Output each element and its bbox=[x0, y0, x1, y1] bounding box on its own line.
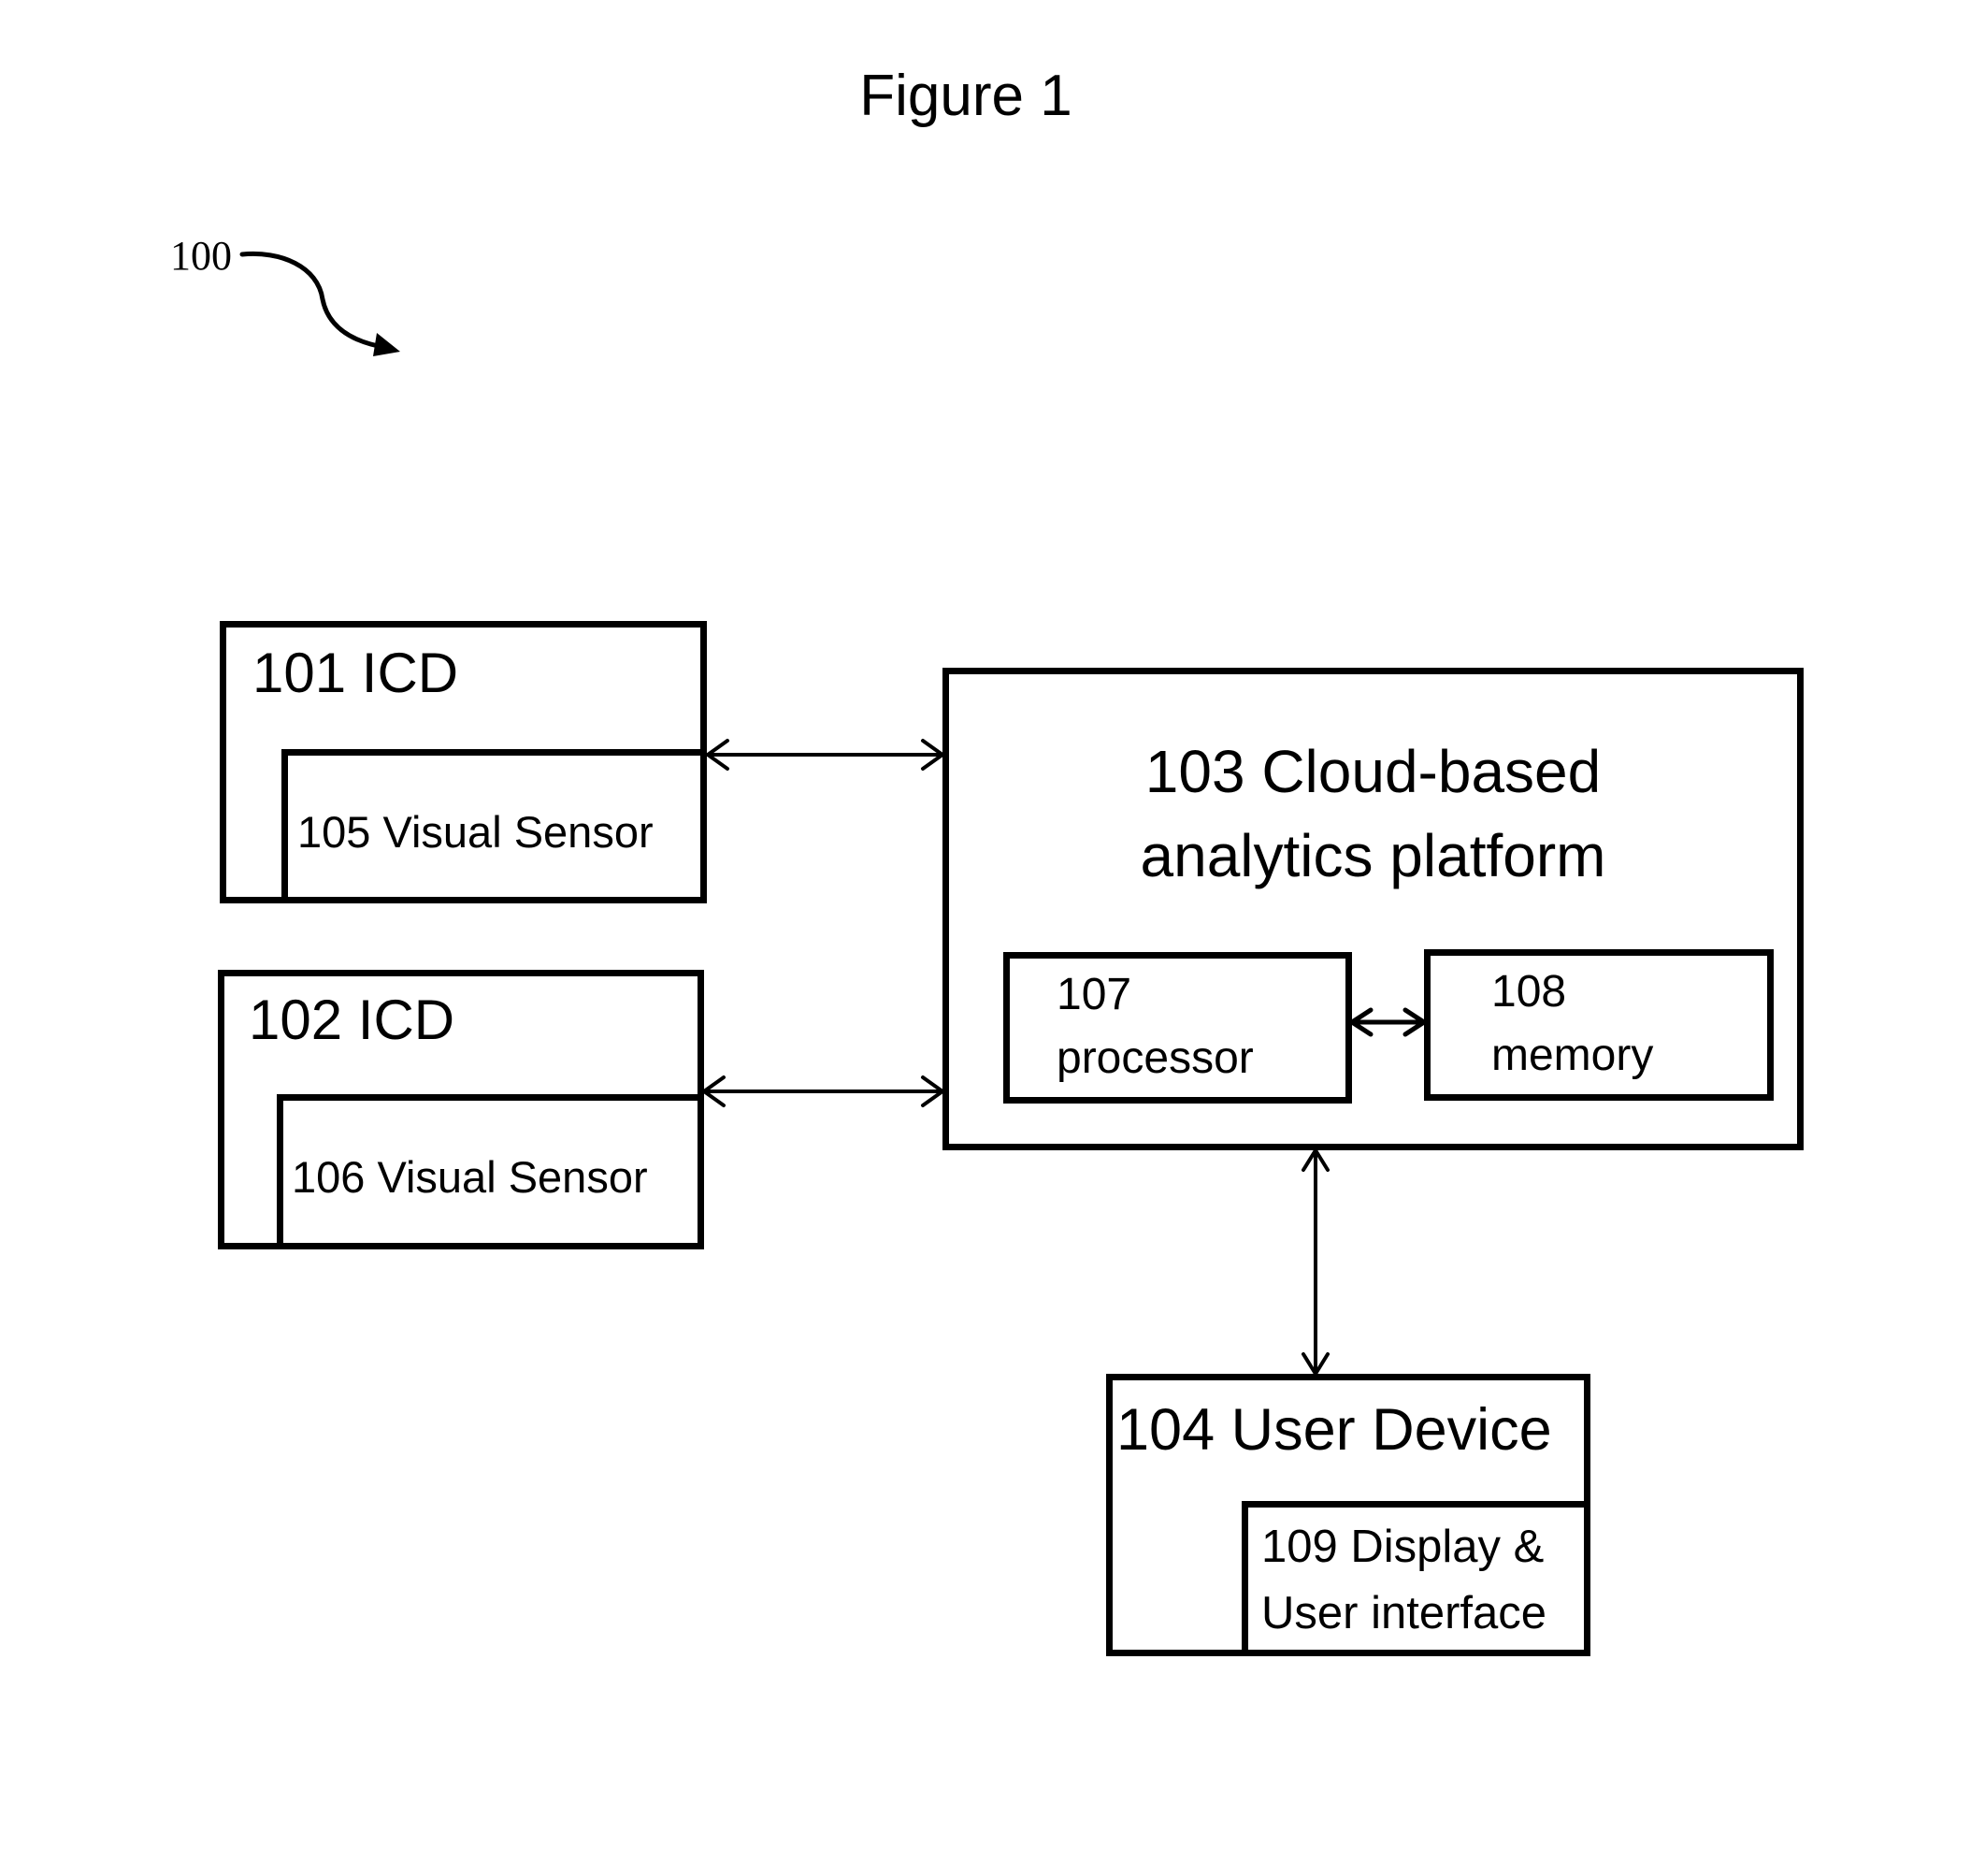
arrow-101-103 bbox=[706, 739, 944, 771]
figure-title: Figure 1 bbox=[859, 64, 1072, 128]
cloud-platform-103-label-line1: 103 Cloud-based bbox=[1144, 738, 1602, 805]
arrow-102-103 bbox=[702, 1075, 944, 1107]
reference-arrowhead-100 bbox=[373, 333, 400, 356]
processor-107-label-line2: processor bbox=[1057, 1033, 1254, 1083]
reference-arrow-100 bbox=[239, 251, 391, 351]
icd-102-label: 102 ICD bbox=[249, 989, 455, 1051]
arrow-103-104 bbox=[1302, 1148, 1330, 1376]
visual-sensor-106-label: 106 Visual Sensor bbox=[292, 1152, 648, 1202]
visual-sensor-105-label: 105 Visual Sensor bbox=[297, 807, 654, 857]
display-ui-109-label-line2: User interface bbox=[1261, 1588, 1547, 1638]
memory-108-label-line1: 108 bbox=[1491, 967, 1567, 1017]
memory-108-label-line2: memory bbox=[1491, 1031, 1654, 1080]
reference-numeral-100: 100 bbox=[170, 233, 232, 279]
user-device-104-label: 104 User Device bbox=[1116, 1397, 1552, 1463]
cloud-platform-103-label-line2: analytics platform bbox=[1140, 822, 1606, 889]
display-ui-109-label-line1: 109 Display & bbox=[1261, 1522, 1545, 1572]
processor-107-label-line1: 107 bbox=[1057, 970, 1132, 1019]
icd-101-label: 101 ICD bbox=[252, 642, 459, 704]
